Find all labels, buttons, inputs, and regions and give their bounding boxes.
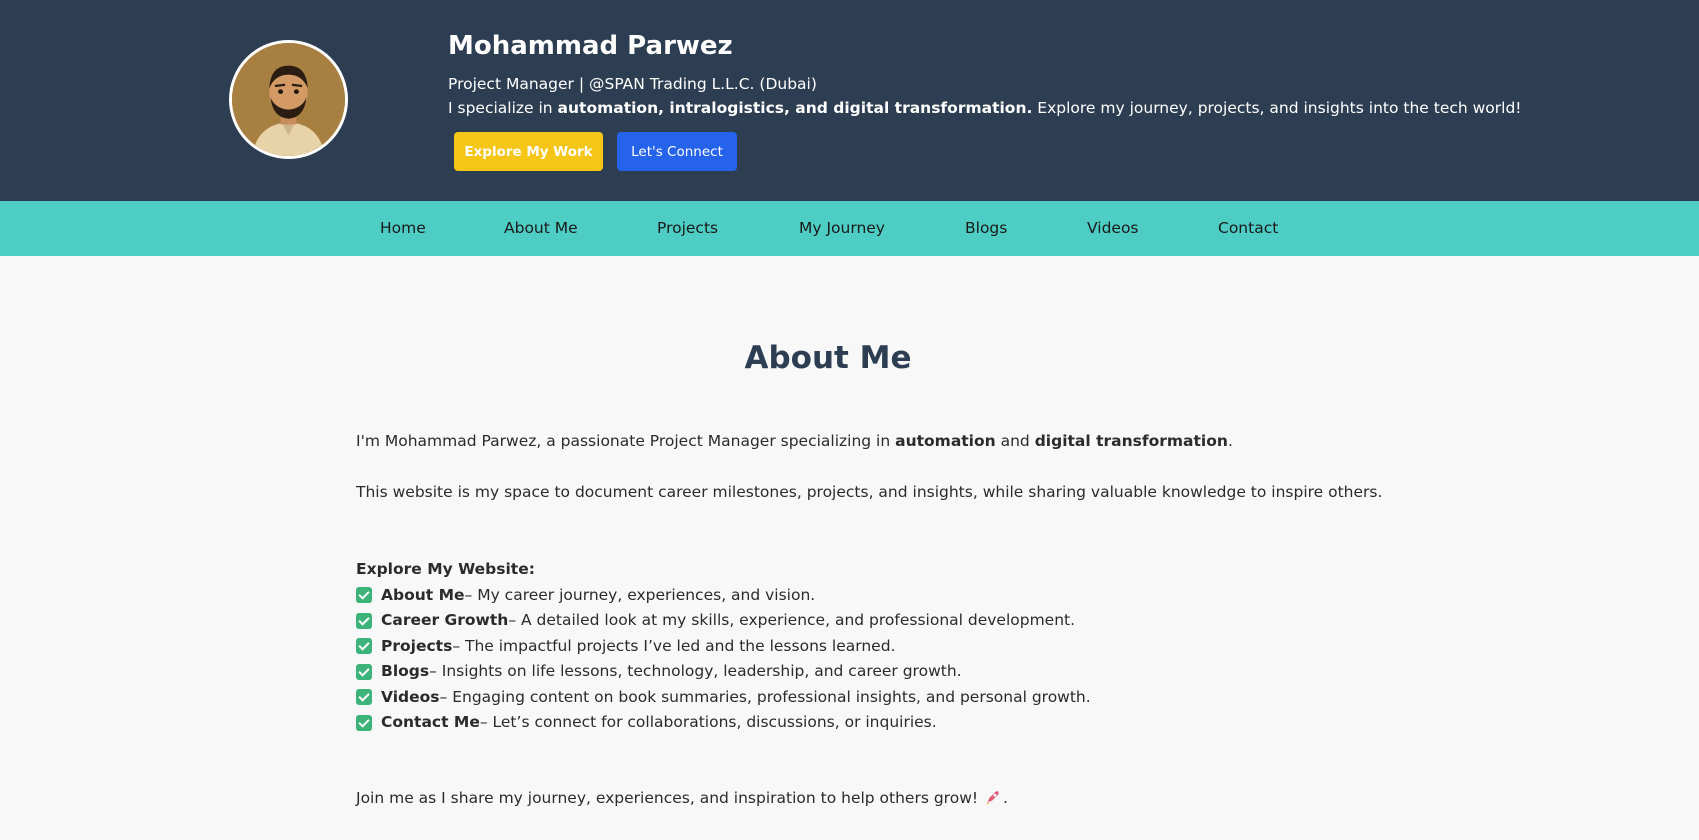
section-title: About Me: [744, 340, 912, 376]
check-icon: [356, 638, 372, 655]
rocket-icon: [986, 791, 999, 805]
lets-connect-button[interactable]: Let's Connect: [617, 132, 737, 171]
intro-period: .: [1227, 432, 1233, 450]
check-icon: [356, 612, 372, 629]
profile-avatar: [229, 40, 348, 159]
nav-item-home[interactable]: Home: [380, 201, 426, 256]
nav-item-contact[interactable]: Contact: [1218, 201, 1278, 256]
list-item-text: – Engaging content on book summaries, pr…: [439, 687, 1091, 706]
list-item-title: Projects: [381, 636, 453, 655]
intro-paragraph: I'm Mohammad Parwez, a passionate Projec…: [356, 429, 1233, 455]
list-item: Career Growth – A detailed look at my sk…: [356, 608, 1091, 634]
purpose-paragraph: This website is my space to document car…: [356, 483, 1383, 501]
list-item-text: – A detailed look at my skills, experien…: [508, 611, 1076, 629]
list-item-text: – My career journey, experiences, and vi…: [464, 585, 816, 604]
closing-period: .: [1003, 789, 1008, 807]
list-item-title: Blogs: [381, 662, 430, 680]
check-icon: [356, 714, 372, 731]
list-item-title: Career Growth: [381, 611, 509, 629]
main-nav: Home About Me Projects My Journey Blogs …: [0, 201, 1699, 256]
hero-desc-pre: I specialize in: [448, 99, 558, 117]
nav-item-videos[interactable]: Videos: [1087, 201, 1139, 256]
list-item: Videos – Engaging content on book summar…: [356, 685, 1091, 711]
list-item: Blogs – Insights on life lessons, techno…: [356, 659, 1091, 685]
avatar-illustration: [232, 43, 345, 156]
list-item-text: – Insights on life lessons, technology, …: [429, 662, 962, 680]
closing-text: Join me as I share my journey, experienc…: [356, 789, 984, 807]
list-item-title: About Me: [381, 585, 465, 604]
site-header: Mohammad Parwez Project Manager | @SPAN …: [0, 0, 1699, 201]
explore-list: Explore My Website: About Me – My career…: [356, 557, 1091, 736]
intro-text-and: and: [995, 432, 1035, 450]
check-icon: [356, 663, 372, 680]
list-item: Projects – The impactful projects I’ve l…: [356, 634, 1091, 660]
nav-item-about-me[interactable]: About Me: [504, 201, 578, 256]
intro-bold-automation: automation: [895, 432, 996, 450]
nav-item-my-journey[interactable]: My Journey: [799, 201, 885, 256]
list-item: Contact Me – Let’s connect for collabora…: [356, 710, 1091, 736]
explore-heading: Explore My Website:: [356, 560, 535, 578]
hero-description: I specialize in automation, intralogisti…: [448, 98, 1522, 118]
closing-paragraph: Join me as I share my journey, experienc…: [356, 786, 1008, 812]
list-item-title: Videos: [381, 687, 440, 706]
intro-text: I'm Mohammad Parwez, a passionate Projec…: [356, 432, 896, 450]
list-item-title: Contact Me: [381, 713, 480, 731]
hero-desc-bold: automation, intralogistics, and digital …: [557, 99, 1033, 117]
nav-item-projects[interactable]: Projects: [657, 201, 718, 256]
check-icon: [356, 587, 372, 604]
explore-my-work-button[interactable]: Explore My Work: [454, 132, 603, 171]
list-item-text: – Let’s connect for collaborations, disc…: [479, 713, 937, 731]
list-item-text: – The impactful projects I’ve led and th…: [452, 636, 896, 655]
nav-item-blogs[interactable]: Blogs: [965, 201, 1007, 256]
list-item: About Me – My career journey, experience…: [356, 583, 1091, 609]
hero-role: Project Manager | @SPAN Trading L.L.C. (…: [448, 75, 817, 93]
hero-name: Mohammad Parwez: [448, 31, 733, 61]
hero-desc-post: Explore my journey, projects, and insigh…: [1032, 99, 1522, 117]
check-icon: [356, 689, 372, 706]
hero-text: Mohammad Parwez Project Manager | @SPAN …: [448, 28, 1522, 118]
intro-bold-digital: digital transformation: [1034, 432, 1228, 450]
